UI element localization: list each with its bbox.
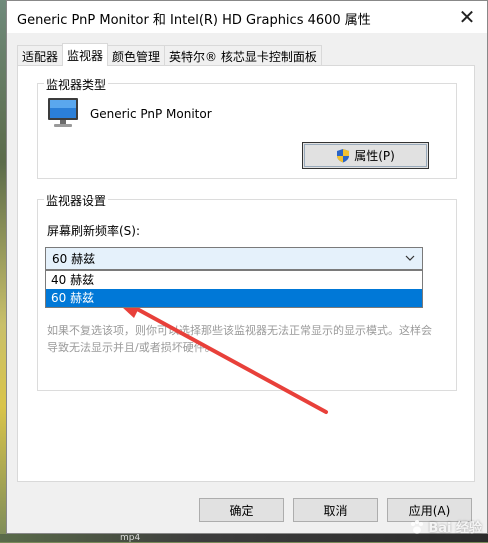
- tab-intel-control-panel[interactable]: 英特尔® 核芯显卡控制面板: [164, 45, 322, 66]
- dropdown-option-40hz[interactable]: 40 赫兹: [46, 271, 422, 289]
- properties-dialog: Generic PnP Monitor 和 Intel(R) HD Graphi…: [6, 0, 488, 534]
- properties-button[interactable]: 属性(P): [302, 142, 429, 169]
- monitor-icon: [48, 98, 78, 127]
- monitor-settings-group-label: 监视器设置: [44, 192, 109, 209]
- tab-adapter[interactable]: 适配器: [17, 45, 64, 66]
- refresh-rate-label: 屏幕刷新频率(S):: [47, 224, 141, 238]
- properties-button-label: 属性(P): [354, 149, 395, 163]
- refresh-rate-value: 60 赫兹: [52, 252, 96, 266]
- warning-text: 如果不复选该项，则你可以选择那些该监视器无法正常显示的显示模式。这样会导致无法显…: [47, 324, 432, 354]
- monitor-type-group: 监视器类型 Generic PnP Monitor 属性(P): [37, 76, 457, 179]
- cancel-button[interactable]: 取消: [293, 498, 378, 522]
- tab-color-management[interactable]: 颜色管理: [107, 45, 166, 66]
- shield-icon: [337, 149, 350, 163]
- tab-monitor[interactable]: 监视器: [62, 43, 109, 66]
- dropdown-option-60hz[interactable]: 60 赫兹: [46, 289, 422, 307]
- close-button[interactable]: ✕: [453, 3, 481, 31]
- monitor-name: Generic PnP Monitor: [90, 107, 212, 121]
- refresh-rate-dropdown-list: 40 赫兹 60 赫兹: [45, 270, 423, 308]
- monitor-tab-panel: 监视器类型 Generic PnP Monitor 属性(P) 监视器设置 屏幕…: [17, 65, 475, 482]
- monitor-type-group-label: 监视器类型: [44, 76, 109, 93]
- watermark-text: Bai 经验: [428, 521, 482, 536]
- refresh-rate-select[interactable]: 60 赫兹: [45, 247, 423, 270]
- chevron-down-icon: [402, 250, 418, 266]
- paw-icon: [411, 519, 424, 533]
- monitor-settings-group: 监视器设置 屏幕刷新频率(S): 60 赫兹 40 赫兹 60 赫兹 如果不复选…: [37, 192, 457, 391]
- window-title: Generic PnP Monitor 和 Intel(R) HD Graphi…: [17, 13, 371, 28]
- ok-button[interactable]: 确定: [199, 498, 284, 522]
- close-icon: ✕: [458, 5, 476, 29]
- title-bar: Generic PnP Monitor 和 Intel(R) HD Graphi…: [7, 1, 487, 33]
- watermark-logo: Bai 经验: [409, 517, 482, 536]
- tab-strip: 适配器 监视器 颜色管理 英特尔® 核芯显卡控制面板: [17, 43, 322, 66]
